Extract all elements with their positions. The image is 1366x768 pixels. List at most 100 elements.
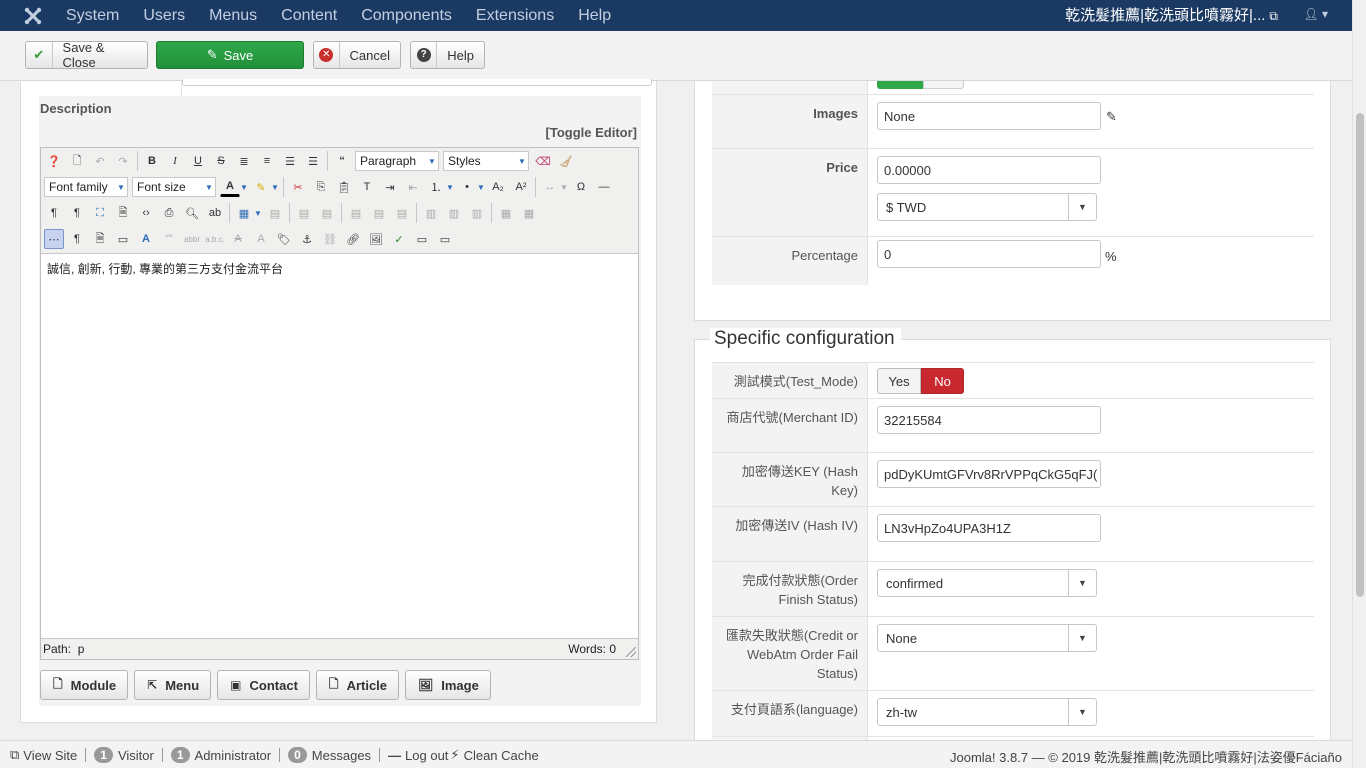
insertion-icon[interactable]: A: [251, 229, 271, 249]
spellcheck-icon[interactable]: ✓: [389, 229, 409, 249]
image-icon[interactable]: 🖼︎: [366, 229, 386, 249]
subscript-icon[interactable]: A₂: [488, 177, 508, 197]
pencil-icon[interactable]: ✎: [1106, 109, 1117, 125]
save-close-button[interactable]: ✔ Save & Close: [25, 40, 148, 70]
insert-menu-button[interactable]: ⇱ Menu: [134, 670, 212, 700]
paragraph-icon[interactable]: ¶: [67, 229, 87, 249]
chevron-down-icon[interactable]: ▼: [560, 177, 568, 197]
site-link[interactable]: 乾洗髮推薦|乾洗頭比噴霧好|... ⧉: [1065, 0, 1278, 31]
eraser-icon[interactable]: ⌫: [533, 151, 553, 171]
scrollbar-thumb[interactable]: [1356, 113, 1364, 597]
previous-field-input[interactable]: [182, 79, 652, 86]
horizontal-rule-icon[interactable]: —: [594, 177, 614, 197]
cite-icon[interactable]: “”: [159, 229, 179, 249]
chevron-down-icon[interactable]: ▼: [271, 177, 279, 197]
acronym-icon[interactable]: a.b.c.: [205, 229, 225, 249]
table-icon[interactable]: ▦: [234, 203, 254, 223]
cleanup-icon[interactable]: 🧹︎: [556, 151, 576, 171]
replace-icon[interactable]: ab: [205, 203, 225, 223]
text-direction-icon[interactable]: ↔: [540, 177, 560, 197]
insert-col-after-icon[interactable]: ▥: [444, 203, 464, 223]
template-icon[interactable]: 🗎: [90, 229, 110, 249]
delete-row-icon[interactable]: ▤: [392, 203, 412, 223]
insert-col-before-icon[interactable]: ▥: [421, 203, 441, 223]
unlink-icon[interactable]: ⛓: [320, 229, 340, 249]
editor-content-area[interactable]: 誠信, 創新, 行動, 專業的第三方支付金流平台: [41, 253, 638, 639]
strikethrough-icon[interactable]: S: [211, 151, 231, 171]
link-icon[interactable]: 🔗︎: [343, 229, 363, 249]
chevron-down-icon[interactable]: ▼: [446, 177, 454, 197]
clean-cache-link[interactable]: ⚡︎ Clean Cache: [450, 747, 538, 763]
insert-image-button[interactable]: 🖼︎ Image: [405, 670, 491, 700]
redo-icon[interactable]: ↷: [113, 151, 133, 171]
menu-components[interactable]: Components: [361, 7, 452, 25]
resize-handle[interactable]: [626, 647, 636, 657]
special-character-icon[interactable]: Ω: [571, 177, 591, 197]
chevron-down-icon[interactable]: ▼: [240, 177, 248, 197]
chevron-down-icon[interactable]: ▼: [477, 177, 485, 197]
menu-system[interactable]: System: [66, 7, 119, 25]
insert-row-before-icon[interactable]: ▤: [346, 203, 366, 223]
copy-icon[interactable]: ⎘: [311, 177, 331, 197]
insert-row-after-icon[interactable]: ▤: [369, 203, 389, 223]
messages-count[interactable]: 0 Messages: [288, 747, 371, 763]
rtl-icon[interactable]: ¶: [67, 203, 87, 223]
ltr-icon[interactable]: ¶: [44, 203, 64, 223]
superscript-icon[interactable]: A²: [511, 177, 531, 197]
pagebreak-icon[interactable]: ▭: [412, 229, 432, 249]
path-value[interactable]: p: [78, 642, 85, 656]
language-select[interactable]: zh-tw ▼: [877, 698, 1097, 726]
cancel-button[interactable]: ✕ Cancel: [313, 41, 401, 69]
menu-menus[interactable]: Menus: [209, 7, 257, 25]
hash-key-input[interactable]: pdDyKUmtGFVrv8RrVPPqCkG5qFJ(: [877, 460, 1101, 488]
font-size-select[interactable]: Font size ▼: [132, 177, 216, 197]
insert-article-button[interactable]: 🗋 Article: [315, 670, 400, 700]
deletion-icon[interactable]: A: [228, 229, 248, 249]
menu-content[interactable]: Content: [281, 7, 337, 25]
visual-aid-icon[interactable]: ⋯: [44, 229, 64, 249]
insert-module-button[interactable]: 🗋 Module: [40, 670, 129, 700]
user-menu[interactable]: 👤︎ ▾: [1303, 7, 1328, 21]
bold-icon[interactable]: B: [142, 151, 162, 171]
order-finish-status-select[interactable]: confirmed ▼: [877, 569, 1097, 597]
merge-cells-icon[interactable]: ▦: [519, 203, 539, 223]
italic-icon[interactable]: I: [165, 151, 185, 171]
price-input[interactable]: 0.00000: [877, 156, 1101, 184]
text-color-icon[interactable]: A: [220, 177, 240, 197]
view-site-link[interactable]: ⧉ View Site: [10, 747, 77, 763]
numbered-list-icon[interactable]: ⒈: [426, 177, 446, 197]
outdent-icon[interactable]: ⇤: [403, 177, 423, 197]
abbr-icon[interactable]: abbr: [182, 229, 202, 249]
paste-icon[interactable]: 📋︎: [334, 177, 354, 197]
images-input[interactable]: None: [877, 102, 1101, 130]
search-icon[interactable]: 🔍︎: [182, 203, 202, 223]
page-scrollbar[interactable]: [1352, 0, 1366, 768]
row-props-icon[interactable]: ▤: [294, 203, 314, 223]
currency-select[interactable]: $ TWD ▼: [877, 193, 1097, 221]
menu-help[interactable]: Help: [578, 7, 611, 25]
attributes-icon[interactable]: 🏷︎: [274, 229, 294, 249]
bullet-list-icon[interactable]: •: [457, 177, 477, 197]
split-cells-icon[interactable]: ▦: [496, 203, 516, 223]
cell-props-icon[interactable]: ▤: [317, 203, 337, 223]
partial-toggle[interactable]: [877, 81, 964, 89]
admins-count[interactable]: 1 Administrator: [170, 747, 271, 763]
delete-table-icon[interactable]: ▤: [265, 203, 285, 223]
highlight-icon[interactable]: ✎: [251, 177, 271, 197]
blockquote-icon[interactable]: “: [332, 151, 352, 171]
visitors-count[interactable]: 1 Visitor: [94, 747, 154, 763]
menu-users[interactable]: Users: [143, 7, 185, 25]
layer-icon[interactable]: ▭: [113, 229, 133, 249]
style-props-icon[interactable]: A: [136, 229, 156, 249]
indent-icon[interactable]: ⇥: [380, 177, 400, 197]
readmore-icon[interactable]: ▭: [435, 229, 455, 249]
hash-iv-input[interactable]: LN3vHpZo4UPA3H1Z: [877, 514, 1101, 542]
joomla-logo-icon[interactable]: [22, 5, 44, 27]
font-family-select[interactable]: Font family ▼: [44, 177, 128, 197]
preview-icon[interactable]: 🗎: [113, 203, 133, 223]
test-mode-no-button[interactable]: No: [921, 368, 964, 394]
chevron-down-icon[interactable]: ▼: [254, 203, 262, 223]
delete-col-icon[interactable]: ▥: [467, 203, 487, 223]
help-icon[interactable]: ❓: [44, 151, 64, 171]
order-fail-status-select[interactable]: None ▼: [877, 624, 1097, 652]
